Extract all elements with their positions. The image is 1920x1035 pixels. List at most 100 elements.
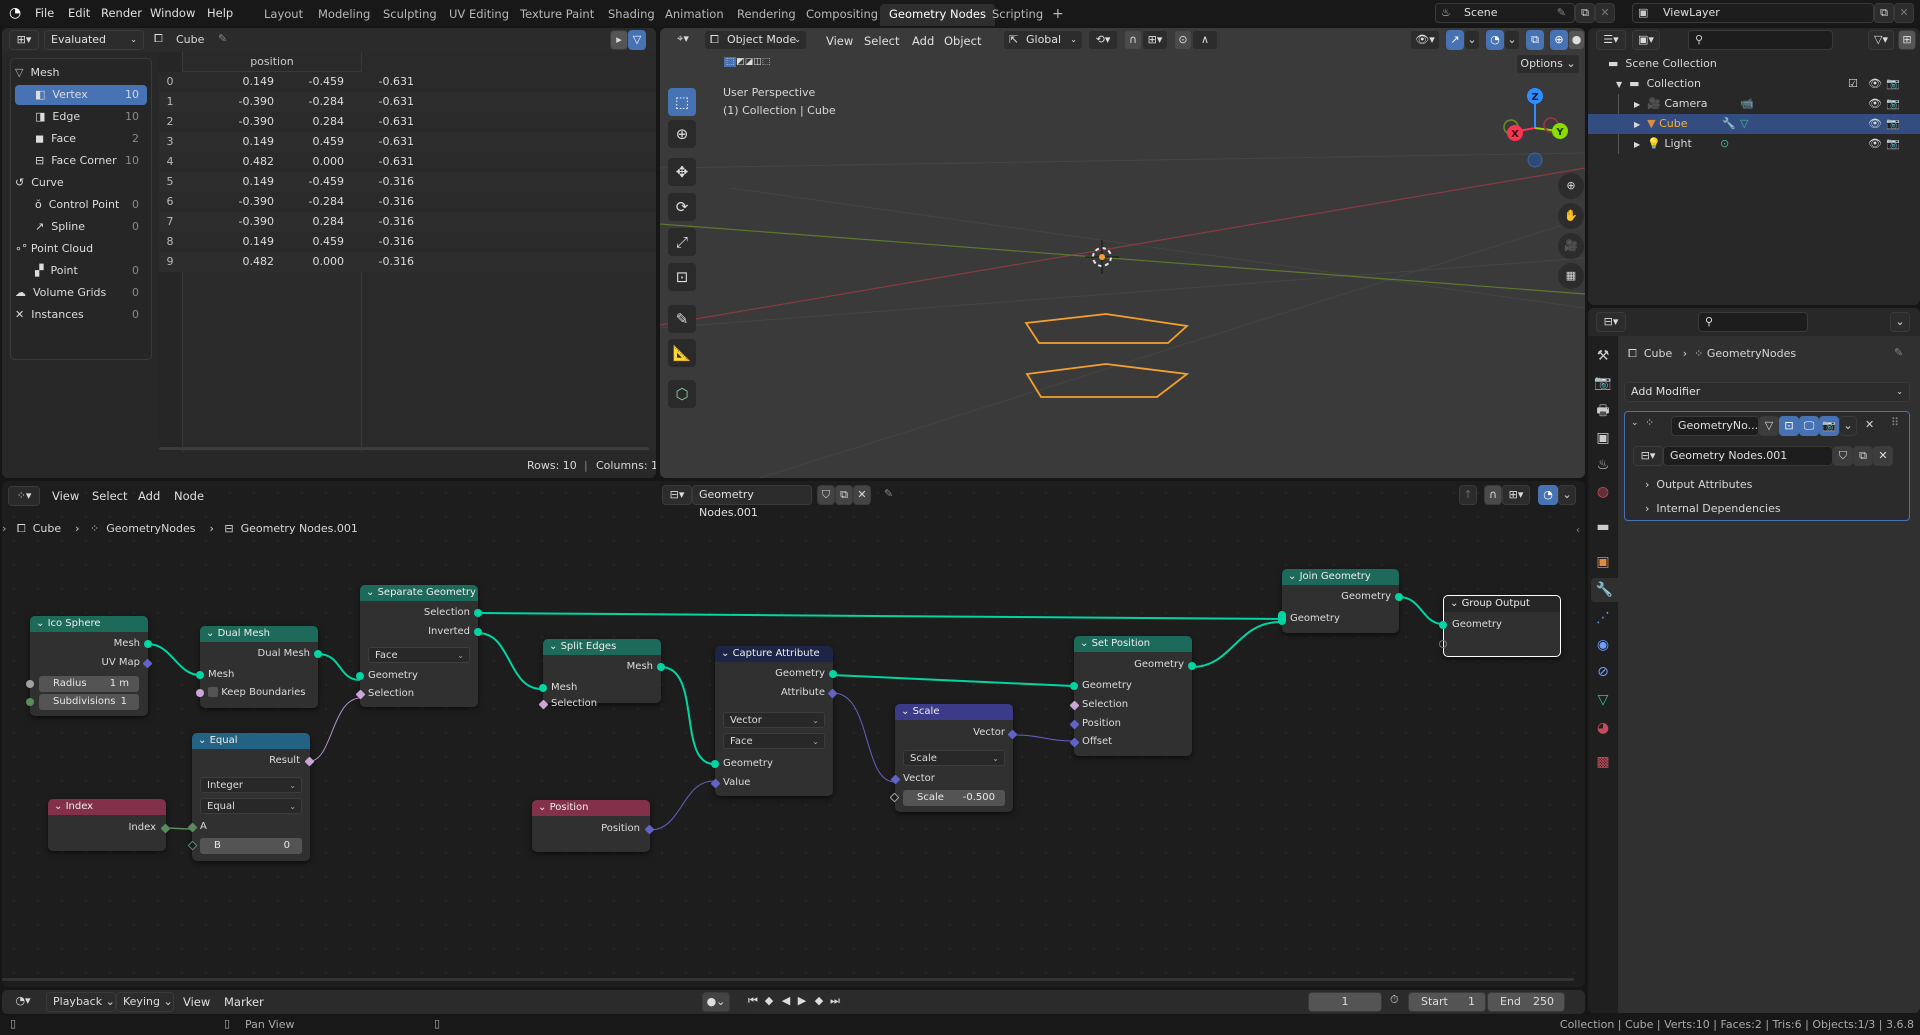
input-socket-empty[interactable] (1439, 640, 1447, 648)
camera-data-icon[interactable]: 📹 (1740, 94, 1754, 114)
display-mode-button[interactable]: ▣▾ (1632, 30, 1660, 50)
constraints-tab-icon[interactable]: ⊘ (1591, 660, 1615, 684)
editor-type-button[interactable]: ⊟▾ (1596, 312, 1626, 332)
tab-scripting[interactable]: Scripting (983, 4, 1052, 26)
delete-scene-button[interactable]: ✕ (1595, 3, 1615, 23)
menu-view[interactable]: View (826, 32, 853, 50)
outliner-search-input[interactable]: ⚲ (1688, 30, 1833, 50)
menu-render[interactable]: Render (101, 4, 142, 22)
output-socket-selection[interactable] (474, 609, 482, 617)
node-split-edges[interactable]: ⌄ Split Edges Mesh Mesh Selection (538, 639, 665, 710)
render-tab-icon[interactable]: 📷 (1591, 371, 1615, 395)
expand-arrow-icon[interactable]: ▼ (1616, 80, 1622, 89)
gizmo-dropdown[interactable]: ⌄ (1464, 30, 1480, 50)
start-frame-field[interactable]: Start 1 (1408, 992, 1486, 1012)
modifier-wrench-icon[interactable]: 🔧 (1722, 114, 1736, 134)
duplicate-node-group-button[interactable]: ⧉ (1853, 446, 1873, 466)
drag-handle-icon[interactable]: ⠿ (1891, 416, 1899, 429)
output-socket-mesh[interactable] (144, 640, 152, 648)
tree-item-vertex[interactable]: ◧ Vertex 10 (15, 85, 147, 105)
overlay-toggle[interactable]: ◔ (1486, 30, 1504, 50)
tab-animation[interactable]: Animation (656, 4, 733, 26)
node-capture-attribute[interactable]: ⌄ Capture Attribute Geometry Attribute V… (710, 646, 838, 796)
operation-dropdown[interactable]: Scale ⌄ (903, 750, 1005, 766)
selected-only-toggle[interactable]: ▸ (610, 30, 628, 50)
pin-icon[interactable]: ✎ (1894, 346, 1903, 359)
node-header[interactable]: ⌄ Set Position (1074, 636, 1192, 652)
tree-item-spline[interactable]: ↗ Spline 0 (15, 217, 147, 237)
editor-type-button[interactable]: ☰▾ (1596, 30, 1626, 50)
proportional-edit-toggle[interactable]: ⊙ (1174, 30, 1192, 50)
node-join-geometry[interactable]: ⌄ Join Geometry Geometry Geometry (1278, 569, 1403, 633)
select-new-icon[interactable]: ⬚ (723, 57, 737, 67)
annotate-tool[interactable]: ✎ (668, 305, 696, 333)
material-tab-icon[interactable]: ◕ (1591, 716, 1615, 740)
menu-window[interactable]: Window (150, 4, 195, 22)
solid-shading-button[interactable]: ● (1568, 30, 1585, 50)
cursor-tool[interactable]: ⊕ (668, 120, 696, 148)
editor-type-button[interactable]: ◔▾ (8, 992, 38, 1012)
play-button[interactable]: ▶ (794, 992, 810, 1012)
modifier-tab-icon[interactable]: 🔧 (1591, 578, 1618, 602)
snap-toggle[interactable]: ∩ (1124, 30, 1142, 50)
node-separate-geometry[interactable]: ⌄ Separate Geometry Selection Inverted F… (355, 585, 482, 707)
new-view-layer-button[interactable]: ⧉ (1874, 3, 1894, 23)
transform-tool[interactable]: ⊡ (668, 263, 696, 291)
node-set-position[interactable]: ⌄ Set Position Geometry Geometry Selecti… (1069, 636, 1196, 756)
visibility-eye-icon[interactable]: 👁 (1868, 114, 1882, 134)
pin-icon[interactable]: ✎ (218, 32, 227, 45)
tree-item-point[interactable]: ▞ Point 0 (15, 261, 147, 281)
view-layer-selector[interactable]: ▣ ViewLayer (1632, 3, 1874, 23)
node-editor[interactable]: ⁘▾ View Select Add Node ⊟▾ Geometry Node… (2, 481, 1585, 987)
visibility-button[interactable]: 👁▾ (1410, 30, 1440, 50)
node-ico-sphere[interactable]: ⌄ Ico Sphere Mesh UV Map Radius 1 m Subdi… (26, 616, 153, 716)
scale-tool[interactable]: ⤢ (668, 228, 696, 256)
menu-file[interactable]: File (35, 4, 54, 22)
mode-dropdown[interactable]: Equal ⌄ (200, 798, 302, 814)
tree-item-face-corner[interactable]: ⊟ Face Corner 10 (15, 151, 147, 171)
collection-tab-icon[interactable]: ▬ (1591, 515, 1615, 539)
pivot-point-button[interactable]: ⟲▾ (1088, 30, 1118, 50)
filter-dropdown[interactable]: ▽▾ (1868, 30, 1894, 50)
modifier-name-input[interactable]: GeometryNo... (1671, 416, 1759, 436)
render-camera-icon[interactable]: 📷 (1886, 74, 1900, 94)
node-header[interactable]: ⌄ Dual Mesh (200, 626, 318, 642)
pin-icon[interactable]: ✎ (1557, 4, 1566, 22)
expand-arrow-icon[interactable]: ▶ (1634, 100, 1640, 109)
3d-viewport[interactable]: ⌖▾ ⧠ Object Mode ⌄ View Select Add Objec… (660, 28, 1585, 478)
node-editor-scrollbar[interactable] (2, 978, 1574, 981)
move-tool[interactable]: ✥ (668, 158, 696, 186)
node-header[interactable]: ⌄ Separate Geometry (360, 585, 478, 601)
new-scene-button[interactable]: ⧉ (1575, 3, 1595, 23)
end-frame-field[interactable]: End 250 (1487, 992, 1565, 1012)
camera-view-icon[interactable]: 🎥 (1558, 233, 1584, 259)
node-header[interactable]: ⌄ Split Edges (543, 639, 661, 655)
particles-tab-icon[interactable]: ⋰ (1591, 606, 1615, 630)
output-tab-icon[interactable]: 🖶 (1591, 399, 1615, 423)
delete-view-layer-button[interactable]: ✕ (1894, 3, 1914, 23)
evaluation-mode-dropdown[interactable]: Evaluated ⌄ (44, 30, 144, 50)
tab-uv-editing[interactable]: UV Editing (440, 4, 518, 26)
input-socket-geometry[interactable] (356, 672, 364, 680)
tab-shading[interactable]: Shading (599, 4, 664, 26)
blender-logo-icon[interactable]: ◔ (9, 5, 25, 21)
b-value-field[interactable]: B0 (200, 838, 302, 854)
tree-item-curve[interactable]: ↺ Curve (15, 173, 147, 193)
tree-item-instances[interactable]: ✕ Instances 0 (15, 305, 147, 325)
tab-texture-paint[interactable]: Texture Paint (511, 4, 603, 26)
ortho-grid-icon[interactable]: ▦ (1558, 263, 1584, 289)
node-header[interactable]: ⌄ Capture Attribute (715, 646, 833, 662)
jump-end-button[interactable]: ⏭ (828, 992, 842, 1012)
collapse-arrow-icon[interactable]: ⌄ (1631, 418, 1639, 428)
tree-item-face[interactable]: ◼ Face 2 (15, 129, 147, 149)
playback-dropdown[interactable]: Playback ⌄ (46, 992, 116, 1012)
data-type-dropdown[interactable]: Integer ⌄ (200, 777, 302, 793)
expand-arrow-icon[interactable]: ▶ (1634, 140, 1640, 149)
render-camera-icon[interactable]: 📷 (1886, 94, 1900, 114)
options-dropdown[interactable]: ⌄ (1890, 312, 1910, 332)
tree-item-point-cloud[interactable]: ∘° Point Cloud (15, 239, 147, 259)
input-socket-geometry-multi[interactable] (1278, 611, 1286, 625)
measure-tool[interactable]: 📐 (668, 339, 696, 367)
prev-keyframe-button[interactable]: ◆ (760, 992, 778, 1012)
output-socket-inverted[interactable] (474, 628, 482, 636)
